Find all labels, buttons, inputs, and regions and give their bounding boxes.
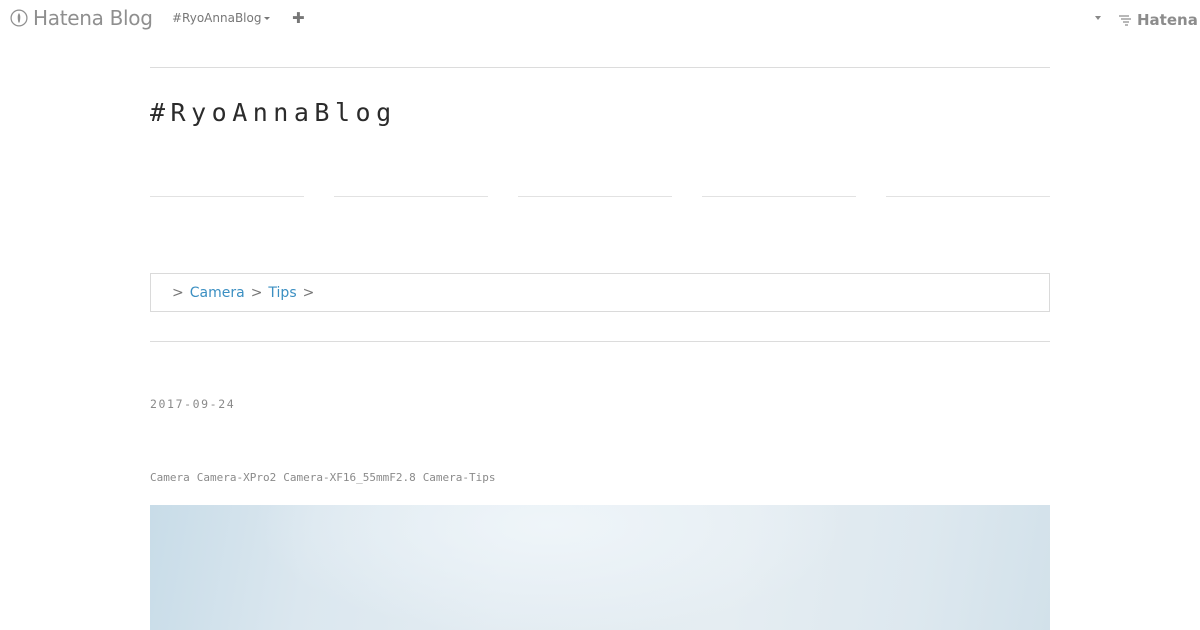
- breadcrumb-item-tips[interactable]: Tips: [268, 285, 296, 301]
- nav-item-3[interactable]: [518, 196, 672, 197]
- hatena-blog-logo[interactable]: Hatena Blog: [10, 6, 153, 30]
- user-menu-chevron-down-icon[interactable]: [1095, 16, 1101, 20]
- nav-item-1[interactable]: [150, 196, 304, 197]
- nav-item-2[interactable]: [334, 196, 488, 197]
- category-link[interactable]: Camera-Tips: [423, 471, 496, 484]
- blog-title[interactable]: #RyoAnnaBlog: [150, 98, 397, 127]
- blog-switcher-label: #RyoAnnaBlog: [172, 11, 262, 25]
- category-link[interactable]: Camera-XF16_55mmF2.8: [283, 471, 415, 484]
- category-link[interactable]: Camera: [150, 471, 190, 484]
- entry-hero-image: [150, 505, 1050, 630]
- hatena-blog-logo-text: Hatena Blog: [33, 6, 153, 30]
- chevron-down-icon: [264, 16, 271, 20]
- hatena-blog-logo-icon: [10, 9, 28, 27]
- breadcrumb-separator: >: [172, 284, 184, 301]
- nav-item-4[interactable]: [702, 196, 856, 197]
- nav-item-5[interactable]: [886, 196, 1050, 197]
- entry-categories: Camera Camera-XPro2 Camera-XF16_55mmF2.8 Ca…: [150, 471, 503, 484]
- category-link[interactable]: Camera-XPro2: [197, 471, 276, 484]
- global-nav: [150, 196, 1050, 198]
- content-divider: [150, 341, 1050, 342]
- blog-switcher-dropdown[interactable]: #RyoAnnaBlog: [172, 11, 271, 25]
- plus-icon[interactable]: ✚: [292, 9, 305, 27]
- breadcrumb-item-camera[interactable]: Camera: [190, 285, 245, 301]
- global-header: Hatena Blog #RyoAnnaBlog ✚ Hatena: [0, 0, 1200, 38]
- entry-date[interactable]: 2017-09-24: [150, 397, 235, 411]
- hatena-wing-icon: [1119, 15, 1131, 26]
- hatena-brand-text: Hatena: [1137, 11, 1198, 29]
- header-divider: [150, 67, 1050, 68]
- hatena-menu[interactable]: Hatena: [1117, 11, 1198, 29]
- breadcrumb: > Camera > Tips >: [150, 273, 1050, 312]
- breadcrumb-separator: >: [302, 284, 315, 301]
- breadcrumb-separator: >: [250, 284, 263, 301]
